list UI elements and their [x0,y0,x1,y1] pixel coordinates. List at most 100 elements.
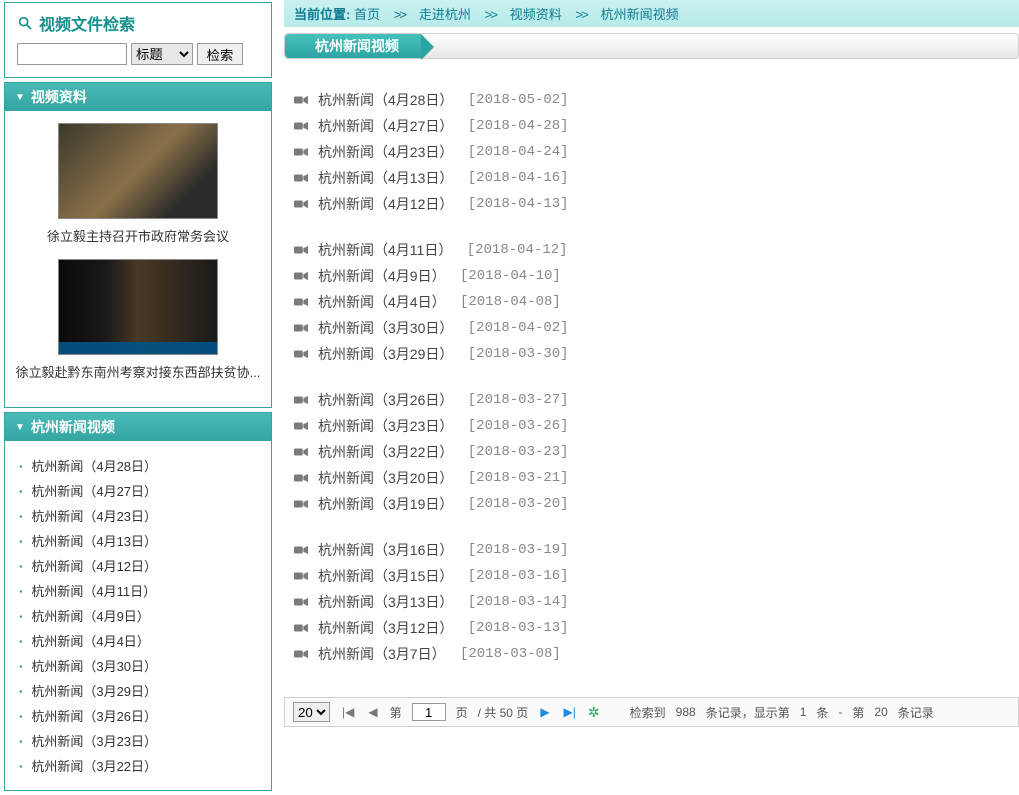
sidebar-news-item[interactable]: 杭州新闻（3月30日） [15,653,261,678]
news-date: [2018-03-20] [459,496,568,512]
news-date: [2018-03-08] [452,646,561,662]
sidebar-news-item[interactable]: 杭州新闻（3月29日） [15,678,261,703]
page-size-select[interactable]: 20 [293,702,330,722]
sidebar-news-item[interactable]: 杭州新闻（4月12日） [15,553,261,578]
sidebar-news-item[interactable]: 杭州新闻（3月26日） [15,703,261,728]
news-date: [2018-03-13] [459,620,568,636]
sidebar-news-item[interactable]: 杭州新闻（4月23日） [15,503,261,528]
sidebar-news-list: 杭州新闻（4月28日）杭州新闻（4月27日）杭州新闻（4月23日）杭州新闻（4月… [15,453,261,778]
news-link[interactable]: 杭州新闻（3月20日） [318,468,453,488]
news-link[interactable]: 杭州新闻（3月22日） [318,442,453,462]
news-item: 杭州新闻（3月23日） [2018-03-26] [294,413,1009,439]
camera-icon [294,499,308,509]
news-link[interactable]: 杭州新闻（3月12日） [318,618,453,638]
news-date: [2018-04-10] [452,268,561,284]
news-date: [2018-04-02] [459,320,568,336]
panel-header-video: ▼ 视频资料 [5,83,271,111]
sidebar-news-item[interactable]: 杭州新闻（4月27日） [15,478,261,503]
news-link[interactable]: 杭州新闻（3月23日） [318,416,453,436]
chevron-down-icon: ▼ [15,92,25,103]
search-type-select[interactable]: 标题 [131,43,193,65]
news-link[interactable]: 杭州新闻（4月9日） [318,266,446,286]
news-link[interactable]: 杭州新闻（4月13日） [318,168,453,188]
sidebar-news-item[interactable]: 杭州新闻（3月22日） [15,753,261,778]
news-item: 杭州新闻（4月9日） [2018-04-10] [294,263,1009,289]
news-link[interactable]: 杭州新闻（3月29日） [318,344,453,364]
search-input[interactable] [17,43,127,65]
sidebar-news-item[interactable]: 杭州新闻（3月23日） [15,728,261,753]
breadcrumb-link[interactable]: 杭州新闻视频 [601,7,679,22]
video-thumb[interactable]: 徐立毅赴黔东南州考察对接东西部扶贫协... [15,259,261,381]
news-link[interactable]: 杭州新闻（4月23日） [318,142,453,162]
news-date: [2018-03-16] [459,568,568,584]
video-caption: 徐立毅赴黔东南州考察对接东西部扶贫协... [15,362,261,381]
news-link[interactable]: 杭州新闻（3月7日） [318,644,446,664]
thumbnail-image [58,259,218,355]
search-title: 视频文件检索 [17,11,259,35]
camera-icon [294,649,308,659]
news-item: 杭州新闻（3月22日） [2018-03-23] [294,439,1009,465]
news-item: 杭州新闻（3月12日） [2018-03-13] [294,615,1009,641]
camera-icon [294,271,308,281]
search-button[interactable]: 检索 [197,43,243,65]
news-list: 杭州新闻（4月28日） [2018-05-02]杭州新闻（4月27日） [201… [284,59,1019,697]
news-link[interactable]: 杭州新闻（3月30日） [318,318,453,338]
camera-icon [294,95,308,105]
camera-icon [294,421,308,431]
chevron-right-icon: >> [394,8,406,23]
sidebar-news-item[interactable]: 杭州新闻（4月13日） [15,528,261,553]
breadcrumb-link[interactable]: 首页 [354,7,380,22]
news-link[interactable]: 杭州新闻（3月19日） [318,494,453,514]
next-page-icon[interactable]: ▶ [538,705,551,719]
first-page-icon[interactable]: |◀ [340,705,356,719]
news-item: 杭州新闻（4月11日） [2018-04-12] [294,237,1009,263]
news-date: [2018-03-14] [459,594,568,610]
refresh-icon[interactable]: ✲ [588,704,600,721]
sidebar-news-item[interactable]: 杭州新闻（4月11日） [15,578,261,603]
last-page-icon[interactable]: ▶| [562,705,578,719]
news-item: 杭州新闻（3月20日） [2018-03-21] [294,465,1009,491]
news-item: 杭州新闻（3月7日） [2018-03-08] [294,641,1009,667]
news-item: 杭州新闻（4月23日） [2018-04-24] [294,139,1009,165]
news-item: 杭州新闻（3月15日） [2018-03-16] [294,563,1009,589]
news-link[interactable]: 杭州新闻（3月13日） [318,592,453,612]
news-link[interactable]: 杭州新闻（4月11日） [318,240,452,260]
thumbnail-image [58,123,218,219]
camera-icon [294,597,308,607]
sidebar-news-item[interactable]: 杭州新闻（4月9日） [15,603,261,628]
search-panel: 视频文件检索 标题 检索 [4,2,272,78]
camera-icon [294,323,308,333]
news-item: 杭州新闻（4月12日） [2018-04-13] [294,191,1009,217]
video-thumb[interactable]: 徐立毅主持召开市政府常务会议 [15,123,261,245]
title-bar: 杭州新闻视频 [284,33,1019,59]
news-date: [2018-04-16] [459,170,568,186]
news-link[interactable]: 杭州新闻（4月4日） [318,292,446,312]
camera-icon [294,297,308,307]
sidebar-news-item[interactable]: 杭州新闻（4月28日） [15,453,261,478]
news-link[interactable]: 杭州新闻（3月26日） [318,390,453,410]
news-item: 杭州新闻（4月4日） [2018-04-08] [294,289,1009,315]
news-date: [2018-03-30] [459,346,568,362]
news-date: [2018-03-19] [459,542,568,558]
news-link[interactable]: 杭州新闻（3月15日） [318,566,453,586]
breadcrumb-link[interactable]: 走进杭州 [419,7,471,22]
search-icon [17,15,33,31]
news-link[interactable]: 杭州新闻（4月27日） [318,116,453,136]
news-link[interactable]: 杭州新闻（3月16日） [318,540,453,560]
camera-icon [294,571,308,581]
video-caption: 徐立毅主持召开市政府常务会议 [15,226,261,245]
prev-page-icon[interactable]: ◀ [366,705,379,719]
sidebar-news-item[interactable]: 杭州新闻（4月4日） [15,628,261,653]
news-link[interactable]: 杭州新闻（4月28日） [318,90,453,110]
camera-icon [294,447,308,457]
breadcrumb-link[interactable]: 视频资料 [510,7,562,22]
label: 页 [456,704,468,721]
page-number-input[interactable] [412,703,446,721]
news-link[interactable]: 杭州新闻（4月12日） [318,194,453,214]
panel-video-materials: ▼ 视频资料 徐立毅主持召开市政府常务会议 徐立毅赴黔东南州考察对接东西部扶贫协… [4,82,272,408]
news-item: 杭州新闻（3月19日） [2018-03-20] [294,491,1009,517]
news-date: [2018-04-28] [459,118,568,134]
camera-icon [294,245,308,255]
chevron-down-icon: ▼ [15,422,25,433]
pager: 20 |◀ ◀ 第 页 / 共 50 页 ▶ ▶| ✲ 检索到 988 条记录，… [284,697,1019,727]
